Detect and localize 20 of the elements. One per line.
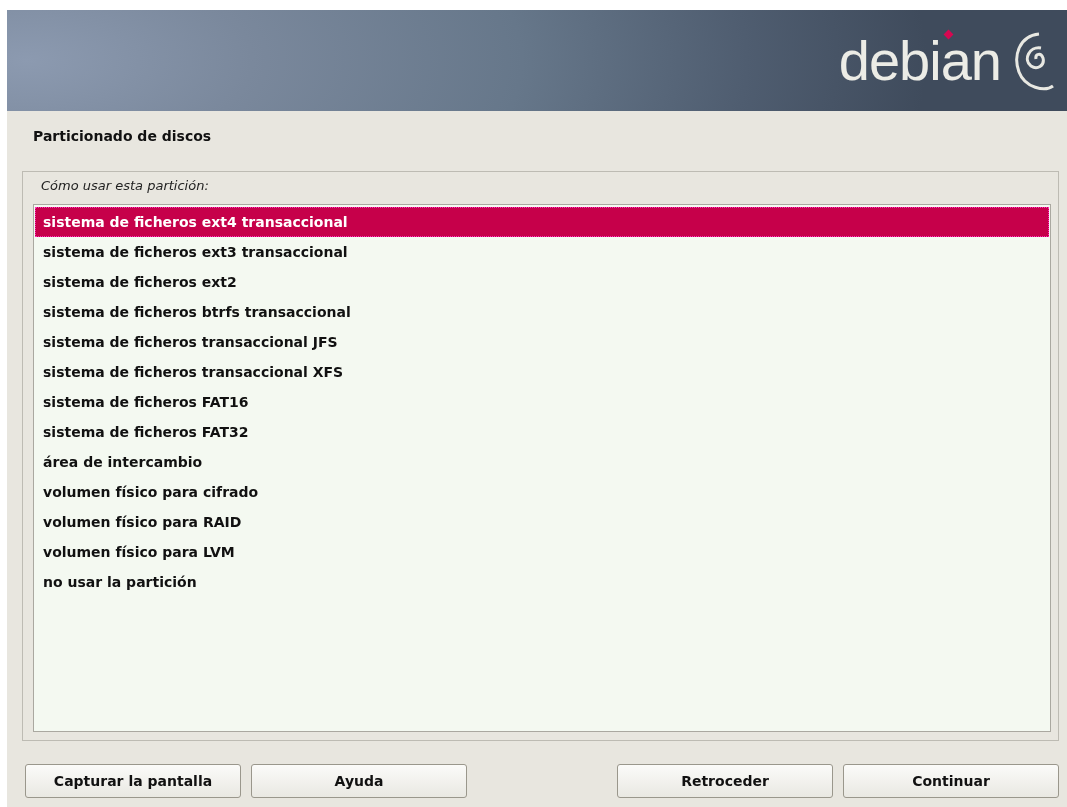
- option-item[interactable]: volumen físico para RAID: [35, 507, 1049, 537]
- option-item[interactable]: área de intercambio: [35, 447, 1049, 477]
- option-item[interactable]: sistema de ficheros ext3 transaccional: [35, 237, 1049, 267]
- page-title: Particionado de discos: [33, 128, 213, 146]
- option-item[interactable]: sistema de ficheros FAT32: [35, 417, 1049, 447]
- option-item[interactable]: volumen físico para LVM: [35, 537, 1049, 567]
- option-item[interactable]: no usar la partición: [35, 567, 1049, 597]
- action-button[interactable]: Capturar la pantalla: [25, 764, 241, 798]
- option-item[interactable]: sistema de ficheros transaccional XFS: [35, 357, 1049, 387]
- option-item[interactable]: volumen físico para cifrado: [35, 477, 1049, 507]
- option-item[interactable]: sistema de ficheros ext4 transaccional: [35, 207, 1049, 237]
- option-item[interactable]: sistema de ficheros btrfs transaccional: [35, 297, 1049, 327]
- option-item[interactable]: sistema de ficheros FAT16: [35, 387, 1049, 417]
- action-button[interactable]: Ayuda: [251, 764, 467, 798]
- question-label: Cómo usar esta partición:: [41, 178, 210, 193]
- action-button[interactable]: Continuar: [843, 764, 1059, 798]
- logo-text: debian: [838, 32, 1001, 89]
- action-button[interactable]: Retroceder: [617, 764, 833, 798]
- option-item[interactable]: sistema de ficheros ext2: [35, 267, 1049, 297]
- option-item[interactable]: sistema de ficheros transaccional JFS: [35, 327, 1049, 357]
